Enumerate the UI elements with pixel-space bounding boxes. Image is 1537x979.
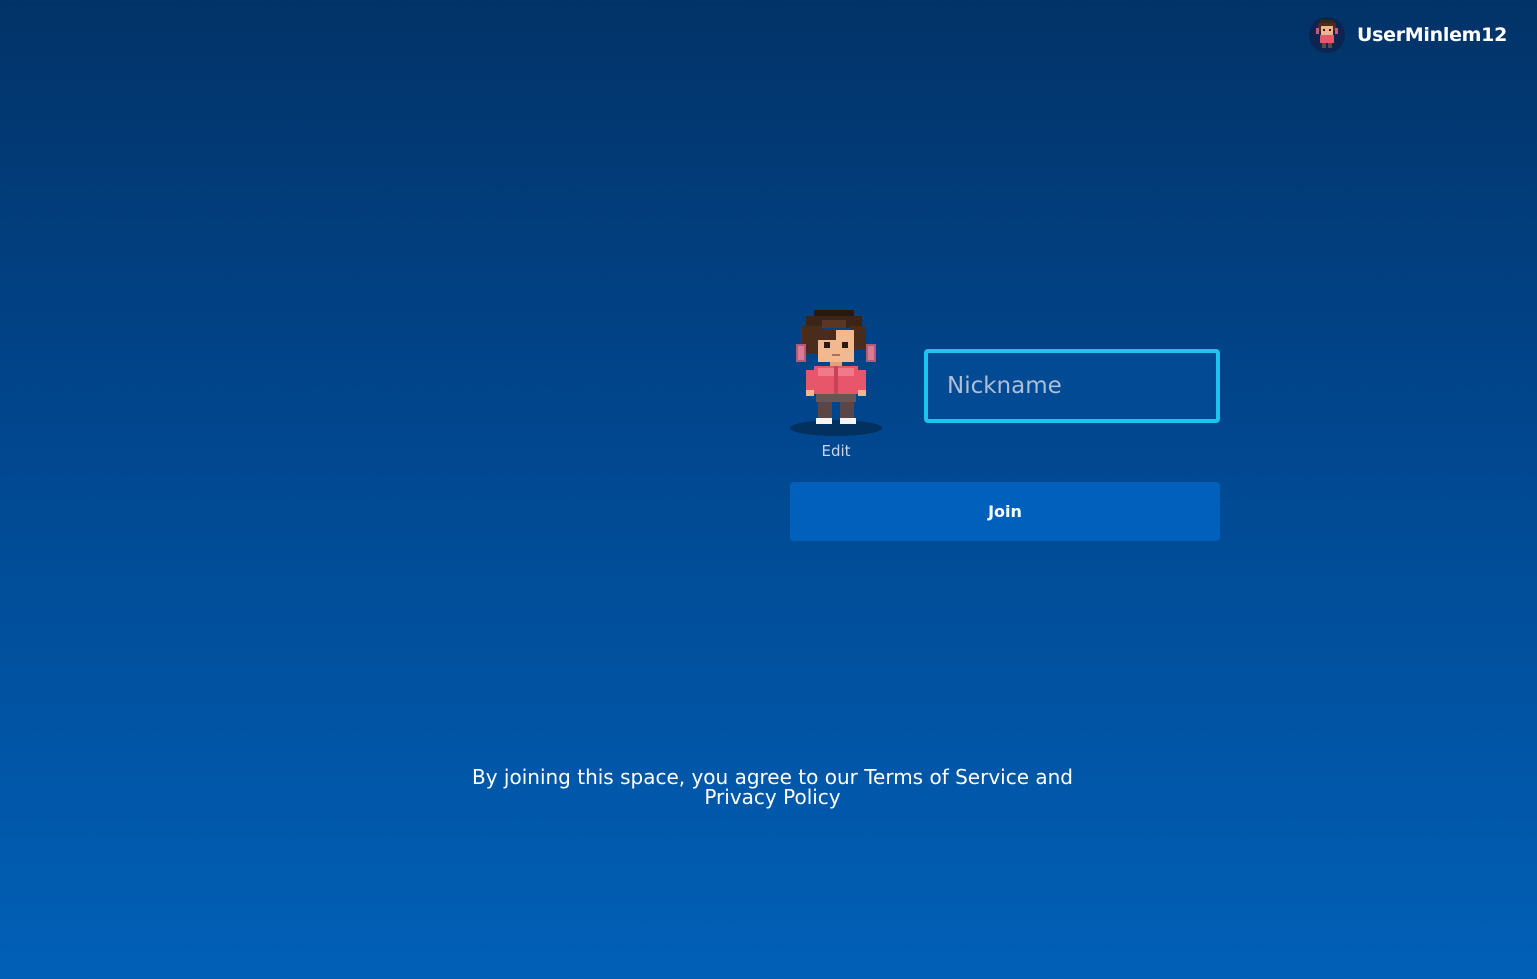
nickname-input[interactable] bbox=[924, 349, 1220, 423]
user-menu[interactable]: UserMinlem12 bbox=[1309, 17, 1507, 53]
legal-notice: By joining this space, you agree to our … bbox=[0, 767, 1537, 807]
legal-line-2: Privacy Policy bbox=[0, 787, 1537, 807]
legal-line-1: By joining this space, you agree to our … bbox=[0, 767, 1537, 787]
privacy-policy-link[interactable]: Privacy Policy bbox=[704, 785, 840, 809]
terms-of-service-link[interactable]: Terms of Service bbox=[864, 765, 1029, 789]
legal-conjunction: and bbox=[1029, 765, 1073, 789]
edit-avatar-link[interactable]: Edit bbox=[786, 442, 886, 460]
username-label: UserMinlem12 bbox=[1357, 24, 1507, 46]
user-avatar-icon bbox=[1309, 17, 1346, 53]
avatar-editor: Edit bbox=[786, 306, 886, 460]
join-button[interactable]: Join bbox=[790, 482, 1220, 541]
avatar-character-icon[interactable] bbox=[786, 306, 886, 438]
